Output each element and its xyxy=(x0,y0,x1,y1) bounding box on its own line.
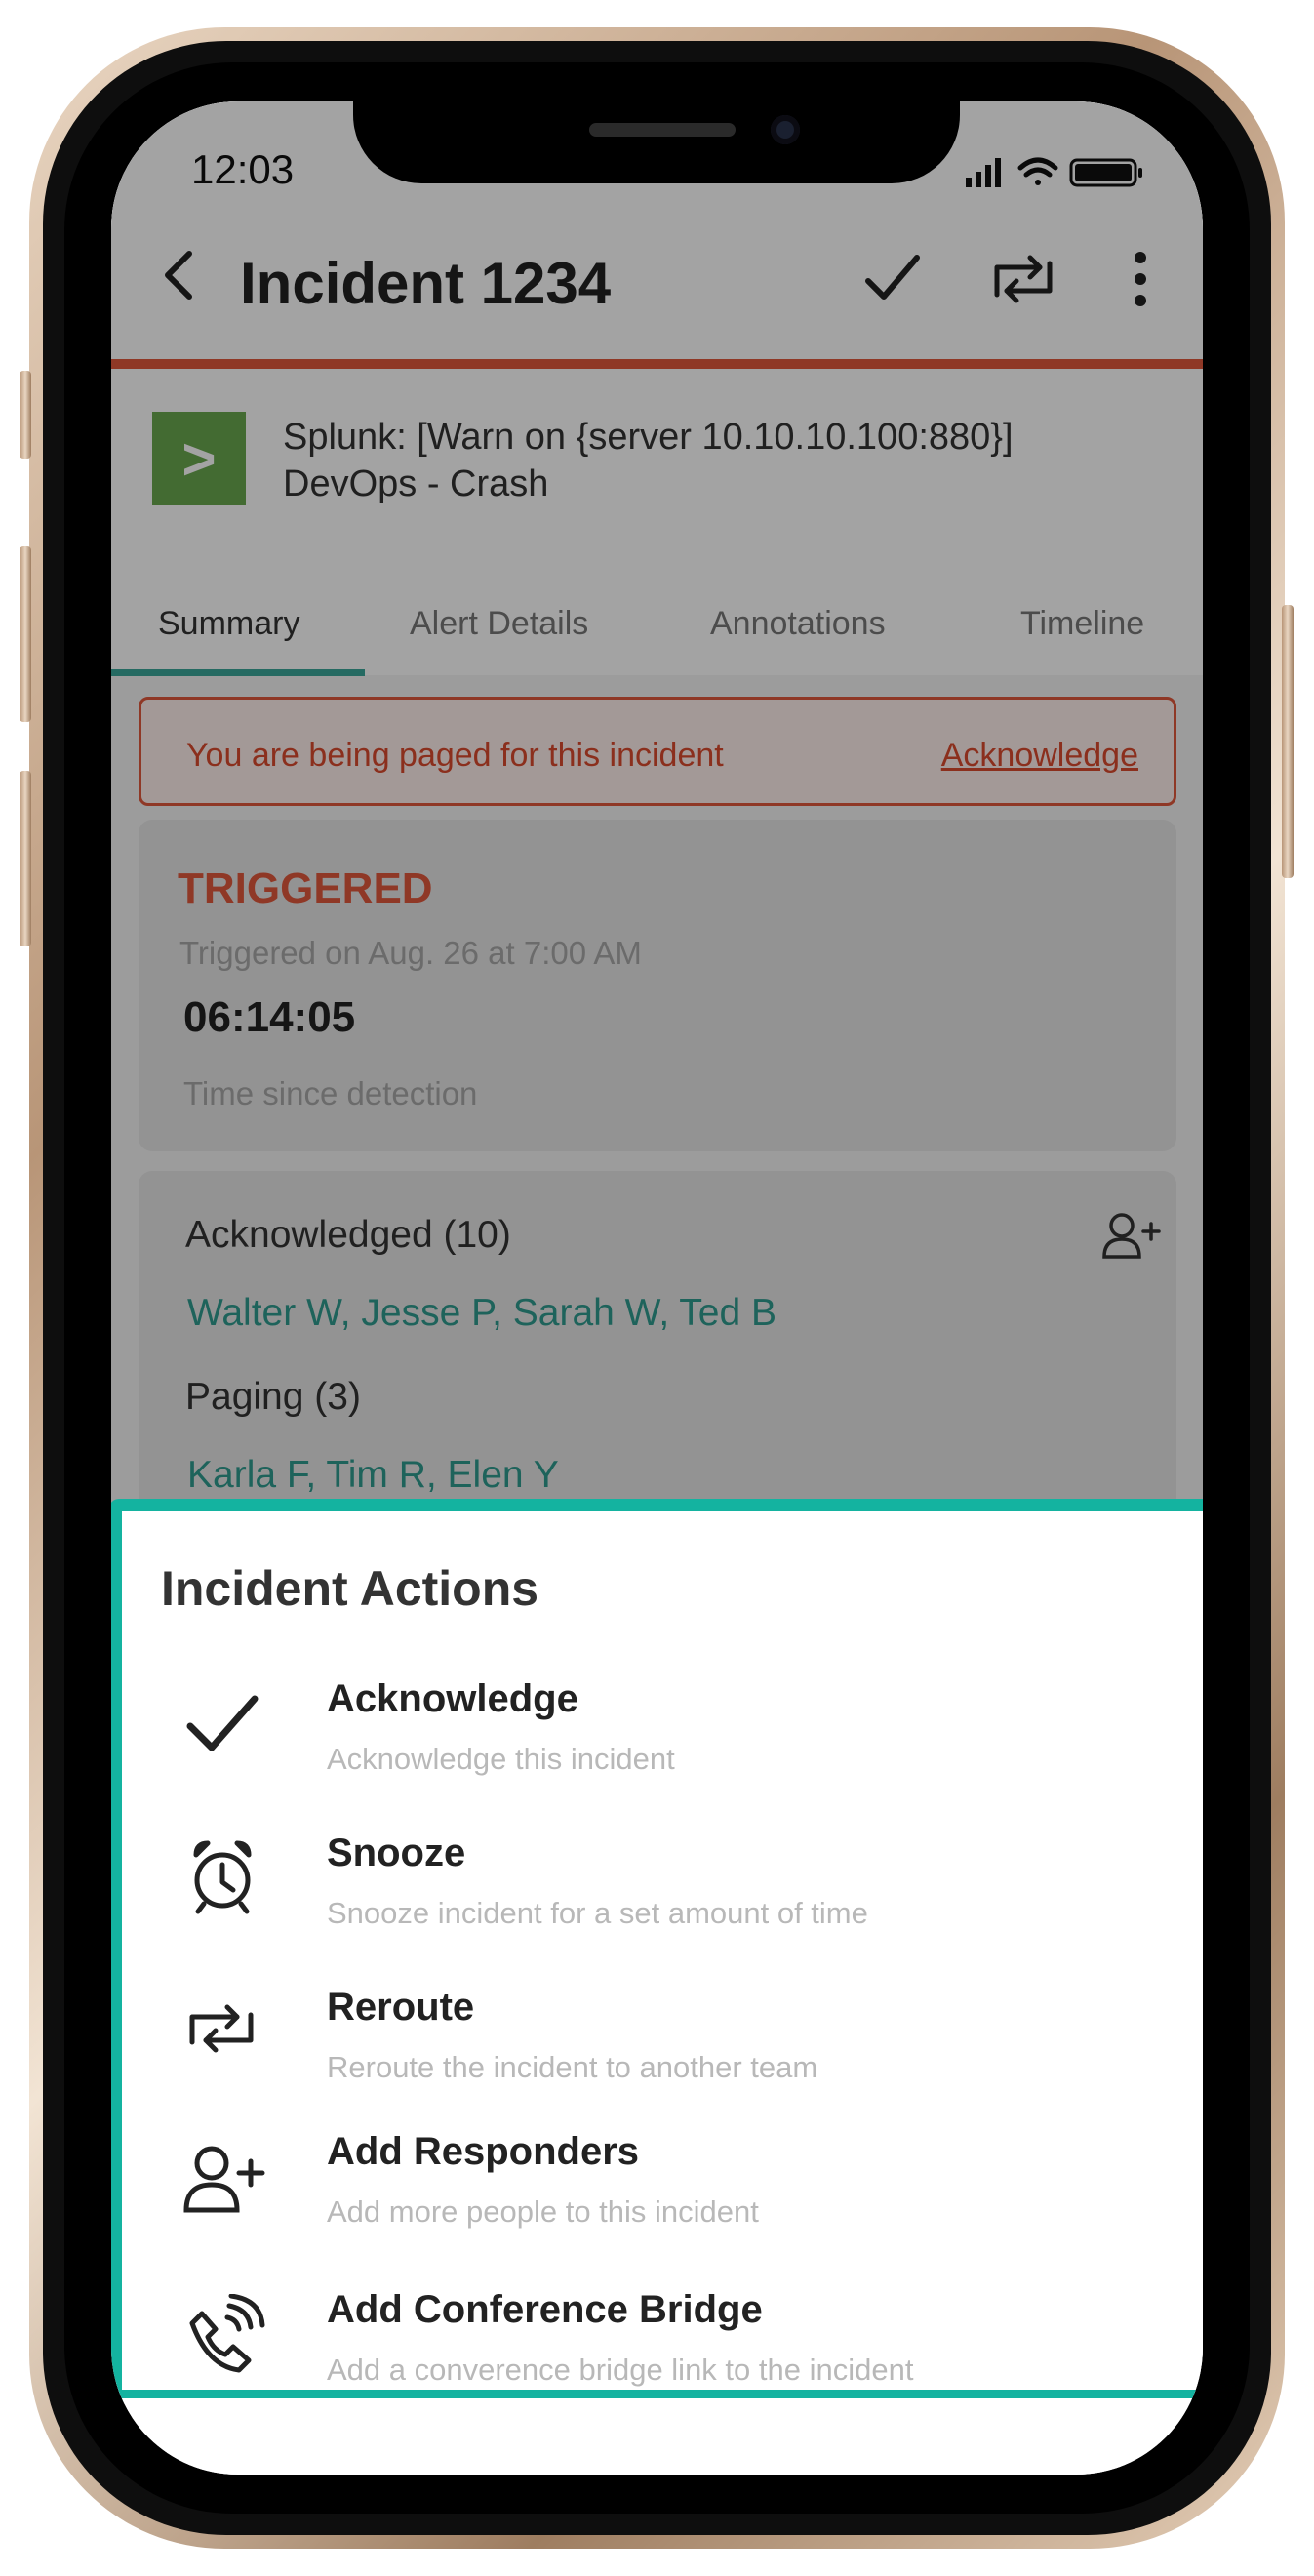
action-label: Add Conference Bridge xyxy=(327,2288,763,2331)
home-indicator-area xyxy=(111,2398,1203,2475)
sheet-title: Incident Actions xyxy=(161,1561,539,1616)
reroute-icon xyxy=(189,2004,254,2053)
notch xyxy=(353,101,960,183)
action-label: Add Responders xyxy=(327,2130,640,2173)
action-label: Snooze xyxy=(327,1831,466,1874)
action-reroute[interactable]: Reroute Reroute the incident to another … xyxy=(122,1986,1203,2132)
volume-up-button xyxy=(20,546,31,722)
mute-switch xyxy=(20,371,31,459)
action-label: Acknowledge xyxy=(327,1677,578,1720)
action-description: Add a converence bridge link to the inci… xyxy=(327,2353,914,2387)
volume-down-button xyxy=(20,771,31,946)
front-camera xyxy=(771,115,800,144)
action-snooze[interactable]: Snooze Snooze incident for a set amount … xyxy=(122,1831,1203,1978)
phone-screen: 12:03 Incident 1234 > Splunk: [Warn on {… xyxy=(111,101,1203,2475)
power-button xyxy=(1282,605,1294,878)
add-person-icon xyxy=(183,2146,265,2213)
action-description: Reroute the incident to another team xyxy=(327,2050,818,2084)
action-description: Snooze incident for a set amount of time xyxy=(327,1896,868,1930)
action-description: Acknowledge this incident xyxy=(327,1742,675,1776)
earpiece-speaker xyxy=(589,123,736,137)
phone-ringing-icon xyxy=(189,2294,265,2373)
check-icon xyxy=(186,1695,259,1751)
incident-actions-sheet: Incident Actions Acknowledge Acknowledge… xyxy=(111,1499,1203,2402)
alarm-clock-icon xyxy=(193,1840,252,1914)
action-label: Reroute xyxy=(327,1986,475,2029)
action-acknowledge[interactable]: Acknowledge Acknowledge this incident xyxy=(122,1677,1203,1824)
action-description: Add more people to this incident xyxy=(327,2194,759,2229)
action-add-responders[interactable]: Add Responders Add more people to this i… xyxy=(122,2130,1203,2276)
